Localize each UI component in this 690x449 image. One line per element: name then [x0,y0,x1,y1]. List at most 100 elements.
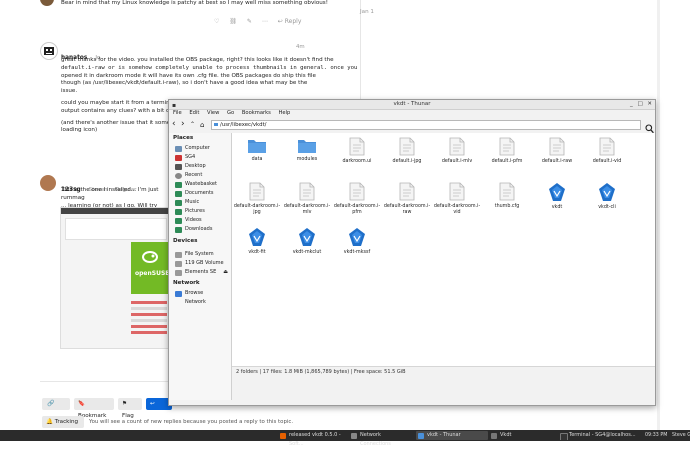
share-icon: 🔗 [47,400,55,407]
file-item[interactable]: default-darkroom.i-vid [432,182,482,216]
bookmark-icon: 🔖 [78,401,85,407]
tracking-description: You will see a count of new replies beca… [89,419,294,425]
music-icon [175,199,182,206]
file-view[interactable]: data modules darkroom.ui default.i-jpg defau… [232,133,655,366]
sidebar-label: Computer [185,145,210,151]
file-item[interactable]: default-darkroom.i-pfm [332,182,382,216]
sidebar-item-pictures[interactable]: Pictures [175,207,225,216]
clock[interactable]: 09:33 PM [645,430,667,441]
sidebar-item-videos[interactable]: Videos [175,216,225,225]
task-label: released vkdt 0.5.0 - Soft... [289,432,341,447]
sidebar-item-browse-network[interactable]: Browse Network [175,289,225,305]
sidebar-item-desktop[interactable]: Desktop [175,162,225,171]
sidebar-item-sg4[interactable]: SG4 [175,153,225,162]
hanatos-avatar[interactable] [40,42,58,60]
documents-icon [175,190,182,197]
taskbar-item-firefox[interactable]: released vkdt 0.5.0 - Soft... [278,431,348,447]
document-icon [599,137,615,156]
location-bar[interactable]: /usr/libexec/vkdt/ [211,120,641,130]
menu-go[interactable]: Go [227,110,234,116]
like-icon[interactable]: ♡ [214,18,219,25]
sidebar-item-volume[interactable]: 119 GB Volume [175,259,225,268]
file-item[interactable]: default-darkroom.i-jpg [232,182,282,216]
file-name: default-darkroom.i-raw [383,204,431,215]
window-title: vkdt - Thunar [393,101,431,107]
edit-icon[interactable]: ✎ [247,18,252,25]
sidebar-item-elements[interactable]: Elements SE ⏏ [175,268,228,277]
menu-file[interactable]: File [173,110,182,116]
tracking-button[interactable]: 🔔 Tracking ▾ [42,416,84,437]
file-item[interactable]: default.i-mlv [432,137,482,165]
executable-icon [549,183,565,201]
menu-view[interactable]: View [207,110,219,116]
file-item[interactable]: default.i-pfm [482,137,532,165]
post1-age[interactable]: 4m [296,44,305,50]
post1-line: issue. [61,88,78,95]
top-reply-label[interactable]: Reply [285,18,302,25]
menu-bookmarks[interactable]: Bookmarks [242,110,271,116]
file-item[interactable]: vkdt-fit [232,227,282,256]
sidebar-item-music[interactable]: Music [175,198,225,207]
file-item[interactable]: default.i-raw [532,137,582,165]
more-icon[interactable]: ⋯ [262,18,268,25]
taskbar-item-vkdt[interactable]: Vkdt [489,431,557,440]
file-item[interactable]: darkroom.ui [332,137,382,165]
forward-icon[interactable]: › [181,119,185,129]
downloads-icon [175,226,182,233]
file-item[interactable]: default.i-jpg [382,137,432,165]
taskbar-item-thunar[interactable]: vkdt - Thunar [416,431,488,440]
drive-icon [175,260,182,267]
sidebar-item-wastebasket[interactable]: Wastebasket [175,180,225,189]
home-icon[interactable]: ⌂ [200,120,204,130]
executable-icon [249,228,265,246]
thunar-sidebar: Places Computer SG4 Desktop Recent Waste… [169,133,232,400]
file-item[interactable]: default-darkroom.i-raw [382,182,432,216]
maximize-icon[interactable]: □ [637,101,642,107]
sidebar-item-filesystem[interactable]: File System [175,250,225,259]
reply-icon[interactable]: ↩ [278,18,283,25]
bookmark-button[interactable]: 🔖 Bookmark [74,398,114,419]
share-button[interactable]: 🔗 [42,398,70,410]
file-item[interactable]: vkdt [532,182,582,211]
sidebar-label: Videos [185,217,202,223]
back-icon[interactable]: ‹ [172,119,176,129]
menu-help[interactable]: Help [279,110,291,116]
embedded-screenshot[interactable]: openSUSE [60,207,170,349]
close-icon[interactable]: ✕ [647,101,652,107]
up-icon[interactable]: ⌃ [190,120,195,130]
clock-icon [175,172,182,179]
flag-button[interactable]: ⚑ Flag [118,398,142,419]
file-item[interactable]: default-darkroom.i-mlv [282,182,332,216]
file-item[interactable]: vkdt-mkssf [332,227,382,256]
taskbar-item-network[interactable]: Network Connections [349,431,415,447]
folder-icon [248,140,266,153]
top-avatar[interactable] [40,0,54,6]
link-icon[interactable]: ⛓ [229,18,237,25]
places-header: Places [173,135,194,141]
file-item[interactable]: vkdt-cli [582,182,632,211]
sidebar-item-downloads[interactable]: Downloads [175,225,225,234]
file-item[interactable]: thumb.cfg [482,182,532,210]
file-item[interactable]: modules [282,137,332,163]
file-item[interactable]: default.i-vid [582,137,632,165]
123sg-avatar[interactable] [40,175,56,191]
sidebar-item-documents[interactable]: Documents [175,189,225,198]
user-name[interactable]: Steve G [672,430,690,441]
location-path: /usr/libexec/vkdt/ [220,122,267,128]
file-name: vkdt-mkclut [292,250,322,255]
page-scrollbar[interactable] [657,0,660,430]
post1-line: though (as /usr/libexec/vkdt/default.i-r… [61,80,308,87]
eject-icon[interactable]: ⏏ [223,268,228,277]
network-header: Network [173,280,200,286]
file-name: default.i-mlv [441,159,473,164]
menu-edit[interactable]: Edit [189,110,199,116]
file-item[interactable]: data [232,137,282,163]
minimize-icon[interactable]: _ [630,101,633,107]
taskbar-item-terminal[interactable]: Terminal - SG4@localhos... [558,431,636,440]
vkdt-icon [491,432,497,439]
sidebar-item-computer[interactable]: Computer [175,144,225,153]
file-name: vkdt-cli [598,205,616,210]
sidebar-item-recent[interactable]: Recent [175,171,225,180]
timeline-date[interactable]: Jan 1 [360,9,374,15]
file-item[interactable]: vkdt-mkclut [282,227,332,256]
